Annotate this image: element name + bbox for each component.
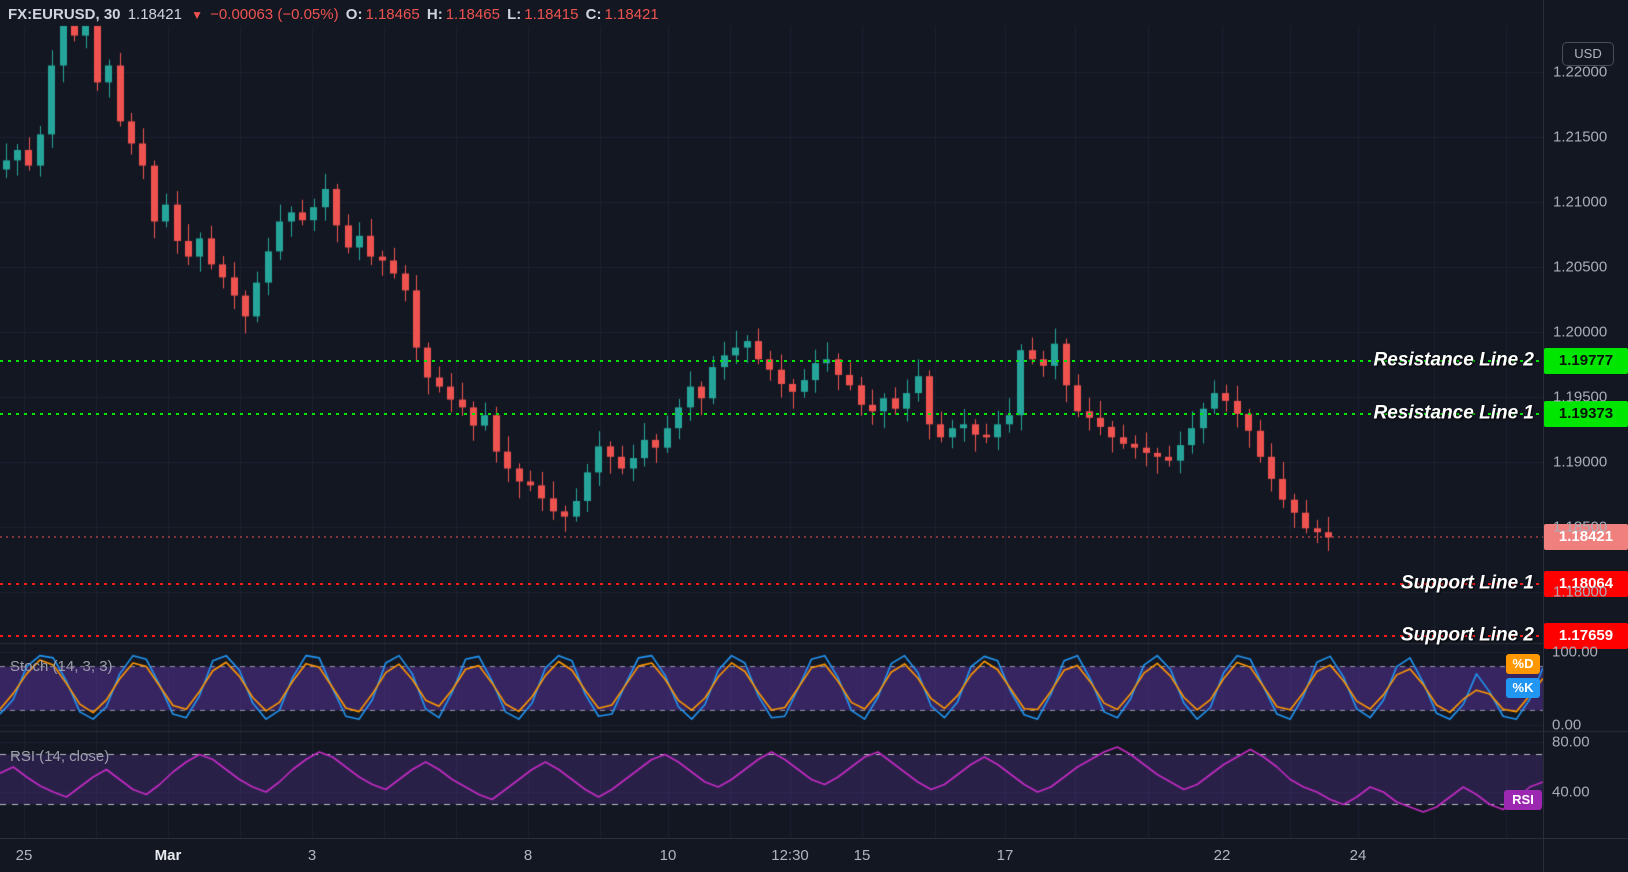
time-axis-label: Mar: [154, 847, 182, 864]
axis-corner-divider: [1543, 839, 1544, 872]
ohlc-header: FX:EURUSD, 30 1.18421 ▼ −0.00063 (−0.05%…: [8, 6, 662, 23]
stoch-d-badge: %D: [1506, 654, 1540, 674]
chart-canvas[interactable]: [0, 0, 1628, 872]
symbol-name[interactable]: FX:EURUSD, 30: [8, 6, 121, 23]
low-value: 1.18415: [524, 6, 579, 23]
rsi-pane-label[interactable]: RSI (14, close): [10, 748, 109, 765]
low-label: L:: [507, 6, 522, 23]
support-line-2-label[interactable]: Support Line 2: [1401, 625, 1534, 647]
open-label: O:: [345, 6, 363, 23]
close-value: 1.18421: [604, 6, 659, 23]
last-price-line: [0, 536, 1543, 538]
time-axis-label: 8: [523, 847, 533, 864]
rsi-badge: RSI: [1504, 790, 1542, 810]
time-axis-label: 15: [853, 847, 871, 864]
support-line-1-label[interactable]: Support Line 1: [1401, 572, 1534, 594]
stoch-k-badge: %K: [1506, 678, 1540, 698]
price-axis-label: 1.19500: [1553, 388, 1608, 406]
close-label: C:: [585, 6, 602, 23]
open-value: 1.18465: [365, 6, 420, 23]
time-axis-label: 17: [996, 847, 1014, 864]
price-axis-label: 1.18000: [1553, 583, 1608, 601]
price-axis-label: 1.20000: [1553, 323, 1608, 341]
time-axis-label: 10: [659, 847, 677, 864]
time-axis-label: 12:30: [771, 847, 809, 864]
last-price-value: 1.18421: [127, 6, 182, 23]
resistance-line-1-line[interactable]: [0, 412, 1543, 415]
support-line-1-line[interactable]: [0, 582, 1543, 585]
price-axis-label: 1.21500: [1553, 128, 1608, 146]
time-axis[interactable]: 25 Mar 3 8 10 12:30 15 17 22 24: [0, 838, 1628, 872]
stoch-pane-label[interactable]: Stoch (14, 3, 3): [10, 658, 113, 675]
price-axis-label: 1.20500: [1553, 258, 1608, 276]
high-label: H:: [426, 6, 443, 23]
resistance-line-2-line[interactable]: [0, 359, 1543, 362]
time-axis-label: 24: [1349, 847, 1367, 864]
time-axis-label: 25: [15, 847, 33, 864]
price-axis[interactable]: USD 1.22000 1.21500 1.21000 1.20500 1.20000 1…: [1543, 0, 1628, 838]
time-axis-label: 22: [1213, 847, 1231, 864]
resistance-line-2-label[interactable]: Resistance Line 2: [1373, 350, 1534, 372]
price-axis-label: 1.21000: [1553, 193, 1608, 211]
price-axis-label: 1.18500: [1553, 518, 1608, 536]
price-axis-label: 1.19000: [1553, 453, 1608, 471]
price-axis-label: 1.22000: [1553, 63, 1608, 81]
time-axis-label: 3: [307, 847, 317, 864]
trading-chart-app: Resistance Line 2 Resistance Line 1 Supp…: [0, 0, 1628, 872]
support-line-2-line[interactable]: [0, 635, 1543, 638]
change-value: −0.00063 (−0.05%): [210, 6, 339, 23]
resistance-line-1-label[interactable]: Resistance Line 1: [1373, 402, 1534, 424]
high-value: 1.18465: [445, 6, 500, 23]
currency-badge[interactable]: USD: [1562, 42, 1614, 66]
down-triangle-icon: ▼: [191, 8, 203, 22]
